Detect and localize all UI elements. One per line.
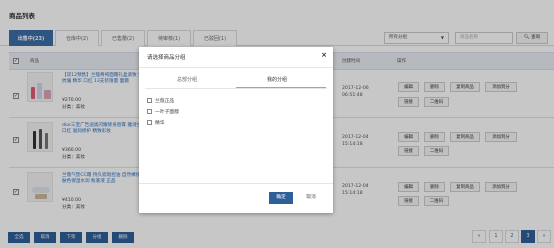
tab-my-groups[interactable]: 我的分组	[267, 76, 287, 83]
group-option[interactable]: 精华	[147, 119, 165, 126]
group-checkbox[interactable]	[147, 98, 152, 103]
dialog-tab-divider	[145, 88, 327, 89]
group-option[interactable]: 一叶子面膜	[147, 108, 179, 115]
group-label: 兰蔻正品	[155, 99, 175, 104]
tab-hq-groups[interactable]: 总部分组	[177, 76, 197, 83]
close-icon[interactable]: ×	[321, 51, 327, 59]
dialog-cancel-button[interactable]: 取消	[299, 192, 323, 204]
group-option[interactable]: 兰蔻正品	[147, 97, 174, 104]
dialog-header-divider	[139, 67, 333, 68]
group-label: 一叶子面膜	[155, 110, 179, 115]
active-tab-indicator	[236, 87, 326, 88]
group-checkbox[interactable]	[147, 109, 152, 114]
group-checkbox[interactable]	[147, 120, 152, 125]
group-label: 精华	[155, 121, 165, 126]
select-group-dialog: 请选择商品分组 × 总部分组 我的分组 兰蔻正品 一叶子面膜 精华 确定 取消	[139, 47, 333, 213]
dialog-footer-divider	[139, 183, 333, 184]
confirm-button[interactable]: 确定	[269, 192, 293, 204]
dialog-title: 请选择商品分组	[147, 55, 186, 61]
